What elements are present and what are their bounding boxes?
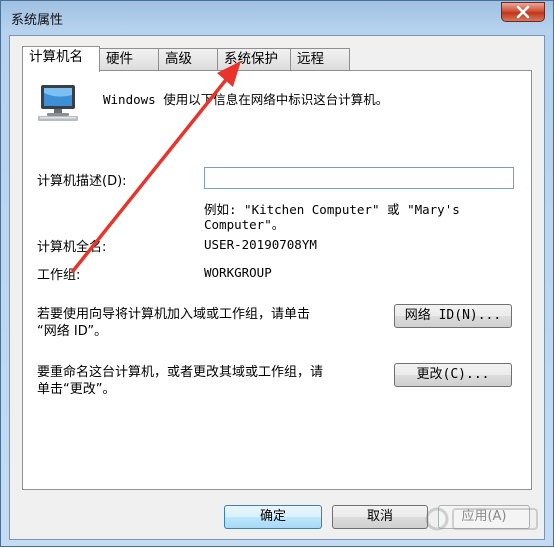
network-id-text-line2: “网络 ID”。 (37, 324, 108, 339)
workgroup-label: 工作组: (37, 268, 81, 283)
network-id-button[interactable]: 网络 ID(N)... (394, 304, 512, 328)
system-properties-window: 系统属性 计算机名 硬件 高级 系统保护 远程 Windows 使用以下信息在网… (0, 0, 554, 547)
example-text-line2: Computer"。 (204, 217, 285, 232)
description-label: 计算机描述(D): (37, 174, 127, 189)
rename-text-line2: 单击“更改”。 (37, 382, 116, 397)
full-name-value: USER-20190708YM (204, 237, 317, 252)
full-name-label: 计算机全名: (37, 240, 107, 255)
workgroup-value: WORKGROUP (204, 265, 272, 280)
computer-name-panel: Windows 使用以下信息在网络中标识这台计算机。 计算机描述(D): 例如:… (22, 70, 532, 490)
dialog-client-area: 计算机名 硬件 高级 系统保护 远程 Windows 使用以下信息在网络中标识这… (9, 35, 545, 540)
tab-system-protection[interactable]: 系统保护 (217, 48, 291, 70)
description-input[interactable] (204, 167, 514, 189)
close-button[interactable] (501, 2, 545, 22)
change-button[interactable]: 更改(C)... (394, 363, 512, 387)
computer-icon (38, 85, 78, 121)
ok-button[interactable]: 确定 (224, 505, 322, 529)
intro-text: Windows 使用以下信息在网络中标识这台计算机。 (103, 92, 389, 107)
tab-hardware[interactable]: 硬件 (99, 48, 159, 70)
title-bar[interactable]: 系统属性 (1, 1, 553, 35)
window-title: 系统属性 (11, 13, 64, 28)
tab-advanced[interactable]: 高级 (158, 48, 218, 70)
tab-remote[interactable]: 远程 (290, 48, 350, 70)
close-icon (516, 5, 530, 19)
cancel-button[interactable]: 取消 (332, 505, 428, 529)
tab-computer-name[interactable]: 计算机名 (22, 46, 100, 72)
apply-button[interactable]: 应用(A) (438, 505, 530, 529)
